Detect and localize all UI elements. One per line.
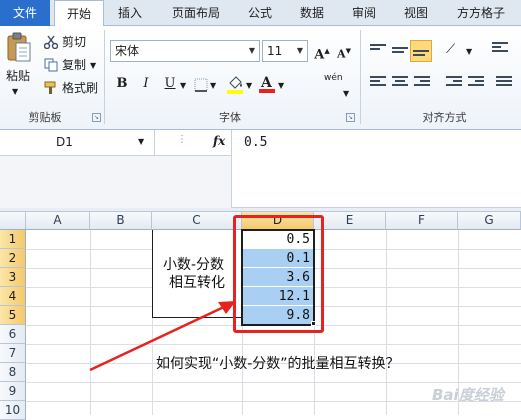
baidu-watermark: Bai度经验: [432, 386, 504, 404]
question-text[interactable]: 如何实现“小数-分数”的批量相互转换？: [156, 355, 400, 373]
annotation-arrow: [89, 301, 236, 372]
